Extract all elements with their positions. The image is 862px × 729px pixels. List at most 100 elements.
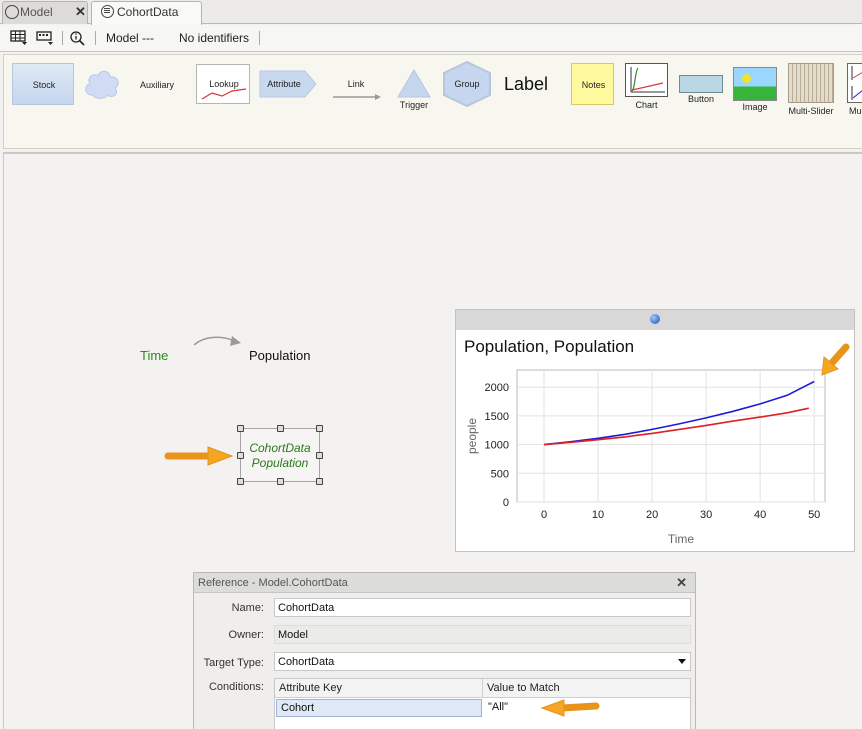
cohortdata-population-node[interactable]: CohortData Population xyxy=(237,425,323,485)
palette-multi-label: Multi xyxy=(849,106,862,116)
palette-cloud-icon[interactable] xyxy=(82,67,122,101)
tab-model-label: Model xyxy=(20,5,53,19)
tab-model[interactable]: Model ✕ xyxy=(2,1,88,24)
link-arrow[interactable] xyxy=(192,333,244,349)
palette-multi[interactable] xyxy=(847,63,862,103)
table-view-icon[interactable] xyxy=(10,30,28,46)
close-icon[interactable]: ✕ xyxy=(676,575,687,591)
x-axis-label: Time xyxy=(668,532,695,546)
toolbar-separator xyxy=(95,31,96,45)
x-tick-label: 0 xyxy=(541,509,547,521)
resize-handle[interactable] xyxy=(316,452,323,459)
palette-auxiliary[interactable]: Auxiliary xyxy=(134,80,180,90)
resize-handle[interactable] xyxy=(277,478,284,485)
toolbar-separator xyxy=(62,31,63,45)
palette-notes[interactable]: Notes xyxy=(571,63,614,105)
chart-plot: 0 10 20 30 40 500500100015002000Timepeople xyxy=(465,369,826,546)
chart-settings-icon[interactable] xyxy=(650,314,660,324)
trigger-triangle-icon xyxy=(397,69,431,98)
palette-label[interactable]: Label xyxy=(504,74,548,95)
time-node[interactable]: Time xyxy=(140,348,168,363)
plot-area xyxy=(516,369,826,503)
orange-arrow-icon xyxy=(821,343,850,376)
x-tick-label: 30 xyxy=(700,509,712,521)
element-palette: Stock Auxiliary Lookup Attribute Link Tr… xyxy=(3,54,862,149)
resize-handle[interactable] xyxy=(316,478,323,485)
chart-header xyxy=(456,310,854,330)
palette-chart[interactable]: Chart xyxy=(625,63,668,111)
palette-multi-slider-label: Multi-Slider xyxy=(788,106,834,116)
palette-lookup[interactable]: Lookup xyxy=(196,64,250,104)
resize-handle[interactable] xyxy=(237,478,244,485)
orange-arrow-icon xyxy=(164,446,234,466)
target-type-select[interactable]: CohortData xyxy=(274,652,691,671)
palette-stock-label: Stock xyxy=(32,80,56,90)
y-axis-label: people xyxy=(465,418,479,454)
population-node[interactable]: Population xyxy=(249,348,310,363)
resize-handle[interactable] xyxy=(237,452,244,459)
palette-notes-label: Notes xyxy=(581,80,606,90)
model-label: Model --- xyxy=(106,31,155,45)
name-field[interactable]: CohortData xyxy=(274,598,691,617)
toolbar: Model --- No identifiers xyxy=(0,25,862,52)
link-arrow-icon xyxy=(333,94,381,100)
y-tick-label: 500 xyxy=(491,468,509,480)
chart-icon xyxy=(625,63,668,97)
conditions-label: Conditions: xyxy=(208,681,264,693)
multi-chart-icon xyxy=(851,66,862,100)
data-table-icon xyxy=(101,5,114,18)
palette-stock[interactable]: Stock xyxy=(12,63,74,105)
tab-cohortdata[interactable]: CohortData xyxy=(91,1,202,25)
reference-panel-header: Reference - Model.CohortData ✕ xyxy=(194,573,695,593)
palette-group[interactable]: Group xyxy=(441,60,493,108)
toolbar-separator xyxy=(259,31,260,45)
palette-button[interactable] xyxy=(679,75,723,93)
canvas-divider xyxy=(3,152,862,154)
palette-image-label: Image xyxy=(742,102,768,112)
x-tick-label: 40 xyxy=(754,509,766,521)
y-tick-label: 1000 xyxy=(485,440,509,452)
palette-button-label: Button xyxy=(687,94,715,104)
value-to-match-header[interactable]: Value to Match xyxy=(483,679,690,698)
reference-panel-title: Reference - Model.CohortData xyxy=(198,577,348,589)
palette-trigger[interactable]: Trigger xyxy=(396,100,432,110)
palette-link[interactable]: Link xyxy=(340,79,372,89)
close-icon[interactable]: ✕ xyxy=(75,2,86,22)
y-tick-label: 1500 xyxy=(485,411,509,423)
cohort-node-line2: Population xyxy=(251,456,309,470)
lookup-curve-icon xyxy=(201,88,247,100)
chevron-down-icon xyxy=(678,659,686,664)
population-chart[interactable]: Population, Population 0 10 20 30 40 50 0 500 10… xyxy=(455,309,855,552)
tab-bar: Model ✕ CohortData xyxy=(0,0,862,25)
canvas-border xyxy=(3,152,4,729)
palette-image[interactable] xyxy=(733,67,777,101)
target-type-value: CohortData xyxy=(278,656,335,668)
owner-label: Owner: xyxy=(228,629,264,641)
resize-handle[interactable] xyxy=(316,425,323,432)
reference-panel: Reference - Model.CohortData ✕ Name: Coh… xyxy=(193,572,696,729)
condition-attribute-key-cell[interactable]: Cohort xyxy=(276,699,482,717)
name-label: Name: xyxy=(231,602,264,614)
conditions-grid: Attribute Key Value to Match Cohort "All… xyxy=(274,678,691,729)
x-tick-label: 10 xyxy=(592,509,604,521)
identifiers-label: No identifiers xyxy=(179,31,250,45)
palette-multi-slider[interactable] xyxy=(788,63,834,103)
y-tick-label: 0 xyxy=(503,497,509,509)
model-icon xyxy=(5,5,19,19)
owner-field: Model xyxy=(274,625,691,644)
x-tick-label: 50 xyxy=(808,509,820,521)
orange-arrow-icon xyxy=(540,699,600,717)
resize-handle[interactable] xyxy=(237,425,244,432)
sun-icon xyxy=(742,74,751,83)
resize-handle[interactable] xyxy=(277,425,284,432)
palette-chart-label: Chart xyxy=(635,100,658,110)
x-tick-label: 20 xyxy=(646,509,658,521)
palette-attribute[interactable]: Attribute xyxy=(259,70,317,98)
tab-cohortdata-label: CohortData xyxy=(117,5,179,19)
palette-group-label: Group xyxy=(454,79,480,89)
info-zoom-icon[interactable] xyxy=(69,30,87,46)
target-type-label: Target Type: xyxy=(203,657,264,669)
y-tick-label: 2000 xyxy=(485,382,509,394)
keyboard-icon[interactable] xyxy=(36,30,54,46)
attribute-key-header[interactable]: Attribute Key xyxy=(275,679,483,698)
